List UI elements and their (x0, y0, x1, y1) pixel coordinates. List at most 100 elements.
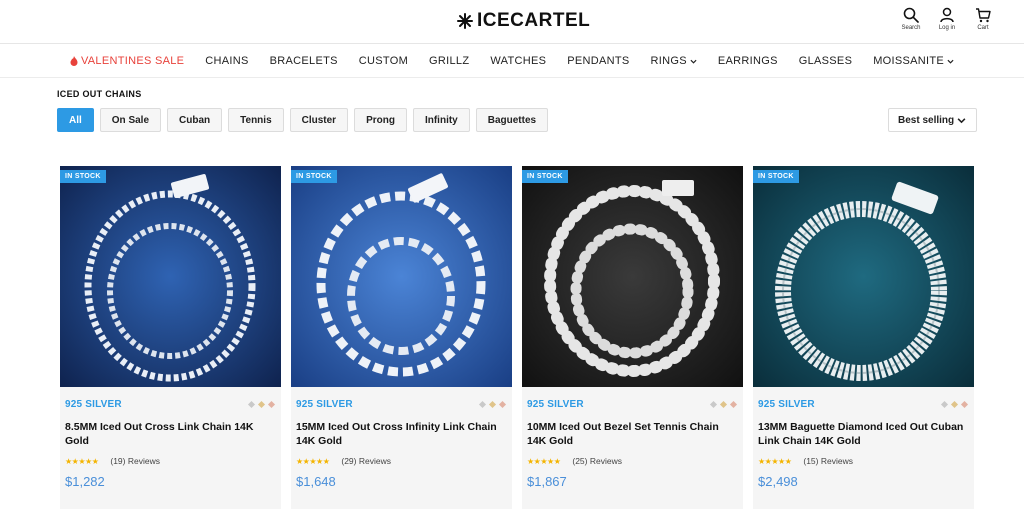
nav-label: BRACELETS (269, 55, 338, 67)
chain-image (753, 166, 974, 387)
filter-cuban[interactable]: Cuban (167, 108, 223, 132)
filter-prong[interactable]: Prong (354, 108, 407, 132)
review-count: (29) Reviews (341, 456, 391, 466)
swatch-silver[interactable] (940, 400, 949, 409)
product-image[interactable]: IN STOCK (753, 166, 974, 387)
nav-label: CHAINS (205, 55, 249, 67)
product-price: $1,867 (527, 474, 567, 489)
collection-title: ICED OUT CHAINS (57, 89, 142, 99)
star-rating: ★★★★★ (65, 456, 99, 466)
chevron-down-icon (957, 117, 966, 123)
stock-badge: IN STOCK (291, 170, 337, 183)
chain-image (522, 166, 743, 387)
swatch-rose[interactable] (729, 400, 738, 409)
user-icon (940, 7, 954, 23)
login-label: Log in (938, 25, 956, 31)
product-material: 925 SILVER (296, 399, 353, 410)
product-material: 925 SILVER (527, 399, 584, 410)
product-rating: ★★★★★ (25) Reviews (527, 456, 738, 466)
site-header: ICECARTEL Search Log in Cart (0, 0, 1024, 44)
nav-item-bracelets[interactable]: BRACELETS (259, 55, 348, 67)
product-title[interactable]: 8.5MM Iced Out Cross Link Chain 14K Gold (65, 420, 276, 448)
product-title[interactable]: 10MM Iced Out Bezel Set Tennis Chain 14K… (527, 420, 738, 448)
product-image[interactable]: IN STOCK (522, 166, 743, 387)
nav-item-glasses[interactable]: GLASSES (788, 55, 862, 67)
filter-infinity[interactable]: Infinity (412, 108, 470, 132)
nav-item-valentines-sale[interactable]: VALENTINES SALE (59, 55, 194, 67)
nav-item-custom[interactable]: CUSTOM (348, 55, 418, 67)
snowflake-icon (457, 13, 473, 29)
star-rating: ★★★★★ (527, 456, 561, 466)
swatch-rose[interactable] (498, 400, 507, 409)
swatch-rose[interactable] (267, 400, 276, 409)
cart-button[interactable]: Cart (972, 7, 994, 31)
filter-cluster[interactable]: Cluster (289, 108, 349, 132)
main-nav: VALENTINES SALE CHAINS BRACELETS CUSTOM … (0, 45, 1024, 78)
review-count: (19) Reviews (110, 456, 160, 466)
swatch-gold[interactable] (257, 400, 266, 409)
product-price: $2,498 (758, 474, 798, 489)
product-image[interactable]: IN STOCK (291, 166, 512, 387)
search-label: Search (901, 25, 921, 31)
filter-all[interactable]: All (57, 108, 94, 132)
search-icon (903, 7, 919, 23)
brand-name: ICECARTEL (477, 10, 591, 31)
swatch-gold[interactable] (950, 400, 959, 409)
product-material: 925 SILVER (65, 399, 122, 410)
product-title[interactable]: 13MM Baguette Diamond Iced Out Cuban Lin… (758, 420, 969, 448)
color-swatches (709, 400, 738, 409)
stock-badge: IN STOCK (522, 170, 568, 183)
review-count: (15) Reviews (803, 456, 853, 466)
nav-label: CUSTOM (358, 55, 409, 67)
nav-item-moissanite[interactable]: MOISSANITE (863, 55, 965, 67)
swatch-silver[interactable] (478, 400, 487, 409)
stock-badge: IN STOCK (753, 170, 799, 183)
product-price: $1,282 (65, 474, 105, 489)
chain-image (60, 166, 281, 387)
product-card[interactable]: IN STOCK 925 SILVER 8.5MM Iced Out Cross… (60, 166, 281, 509)
nav-label: PENDANTS (567, 55, 630, 67)
nav-item-earrings[interactable]: EARRINGS (707, 55, 788, 67)
product-card[interactable]: IN STOCK 925 SILVER 10MM Iced Out Bezel … (522, 166, 743, 509)
login-button[interactable]: Log in (936, 7, 958, 31)
nav-label: MOISSANITE (873, 55, 945, 67)
swatch-silver[interactable] (247, 400, 256, 409)
nav-label: GRILLZ (429, 55, 470, 67)
product-title[interactable]: 15MM Iced Out Cross Infinity Link Chain … (296, 420, 507, 448)
filter-on-sale[interactable]: On Sale (99, 108, 162, 132)
color-swatches (940, 400, 969, 409)
nav-item-pendants[interactable]: PENDANTS (557, 55, 640, 67)
search-button[interactable]: Search (900, 7, 922, 31)
product-price: $1,648 (296, 474, 336, 489)
chain-image (291, 166, 512, 387)
filter-tennis[interactable]: Tennis (228, 108, 284, 132)
nav-item-watches[interactable]: WATCHES (480, 55, 557, 67)
sort-select[interactable]: Best selling (888, 108, 977, 132)
sort-label: Best selling (898, 114, 955, 126)
chevron-down-icon (947, 59, 954, 64)
review-count: (25) Reviews (572, 456, 622, 466)
star-rating: ★★★★★ (296, 456, 330, 466)
filter-baguettes[interactable]: Baguettes (475, 108, 549, 132)
swatch-silver[interactable] (709, 400, 718, 409)
product-grid: IN STOCK 925 SILVER 8.5MM Iced Out Cross… (60, 166, 974, 509)
product-card[interactable]: IN STOCK 925 SILVER 13MM Baguette Diamon… (753, 166, 974, 509)
nav-label: WATCHES (490, 55, 547, 67)
cart-label: Cart (977, 25, 989, 31)
product-rating: ★★★★★ (29) Reviews (296, 456, 507, 466)
nav-item-grillz[interactable]: GRILLZ (419, 55, 480, 67)
product-image[interactable]: IN STOCK (60, 166, 281, 387)
swatch-rose[interactable] (960, 400, 969, 409)
brand-logo[interactable]: ICECARTEL (457, 10, 590, 32)
product-rating: ★★★★★ (15) Reviews (758, 456, 969, 466)
product-card[interactable]: IN STOCK 925 SILVER 15MM Iced Out Cross … (291, 166, 512, 509)
swatch-gold[interactable] (719, 400, 728, 409)
nav-item-rings[interactable]: RINGS (640, 55, 707, 67)
nav-label: GLASSES (798, 55, 853, 67)
flame-icon (70, 56, 78, 66)
color-swatches (247, 400, 276, 409)
product-rating: ★★★★★ (19) Reviews (65, 456, 276, 466)
swatch-gold[interactable] (488, 400, 497, 409)
nav-item-chains[interactable]: CHAINS (195, 55, 259, 67)
nav-label: EARRINGS (717, 55, 778, 67)
